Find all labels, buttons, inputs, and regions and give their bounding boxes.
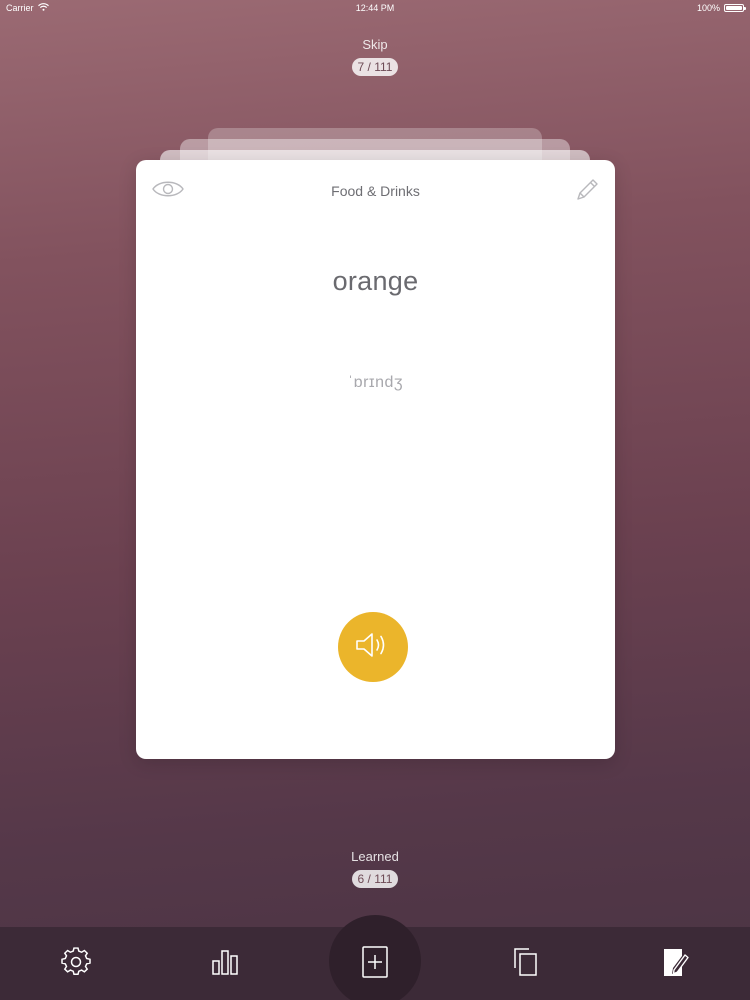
add-card-icon bbox=[360, 945, 390, 984]
card-word: orange bbox=[332, 266, 419, 296]
card-transcription: ˈɒrɪndʒ bbox=[347, 374, 404, 391]
learned-count-badge: 6 / 111 bbox=[351, 870, 399, 888]
card-category: Food & Drinks bbox=[331, 183, 420, 199]
add-card-button[interactable] bbox=[355, 944, 395, 984]
pencil-icon[interactable] bbox=[573, 176, 601, 204]
note-edit-icon bbox=[660, 946, 690, 983]
learned-label: Learned bbox=[351, 849, 399, 864]
card-sets-button[interactable] bbox=[505, 944, 545, 984]
play-sound-button[interactable] bbox=[338, 612, 408, 682]
skip-counter[interactable]: Skip 7 / 111 bbox=[0, 37, 750, 76]
battery-percent: 100% bbox=[696, 3, 720, 13]
gear-icon bbox=[61, 946, 91, 982]
speaker-icon bbox=[353, 631, 393, 664]
notes-button[interactable] bbox=[655, 944, 695, 984]
status-right: 100% bbox=[696, 3, 746, 13]
battery-icon bbox=[724, 4, 746, 12]
status-bar: Carrier 12:44 PM 100% bbox=[0, 0, 750, 16]
status-time: 12:44 PM bbox=[355, 3, 395, 13]
copy-cards-icon bbox=[510, 946, 540, 983]
skip-label: Skip bbox=[362, 37, 388, 52]
skip-count-badge: 7 / 111 bbox=[351, 58, 399, 76]
learned-counter[interactable]: Learned 6 / 111 bbox=[0, 849, 750, 888]
statistics-button[interactable] bbox=[205, 944, 245, 984]
bar-chart-icon bbox=[210, 947, 240, 982]
settings-button[interactable] bbox=[56, 944, 96, 984]
battery-fill bbox=[726, 6, 742, 10]
flashcard[interactable]: Food & Drinks orange ˈɒrɪndʒ bbox=[136, 160, 615, 759]
